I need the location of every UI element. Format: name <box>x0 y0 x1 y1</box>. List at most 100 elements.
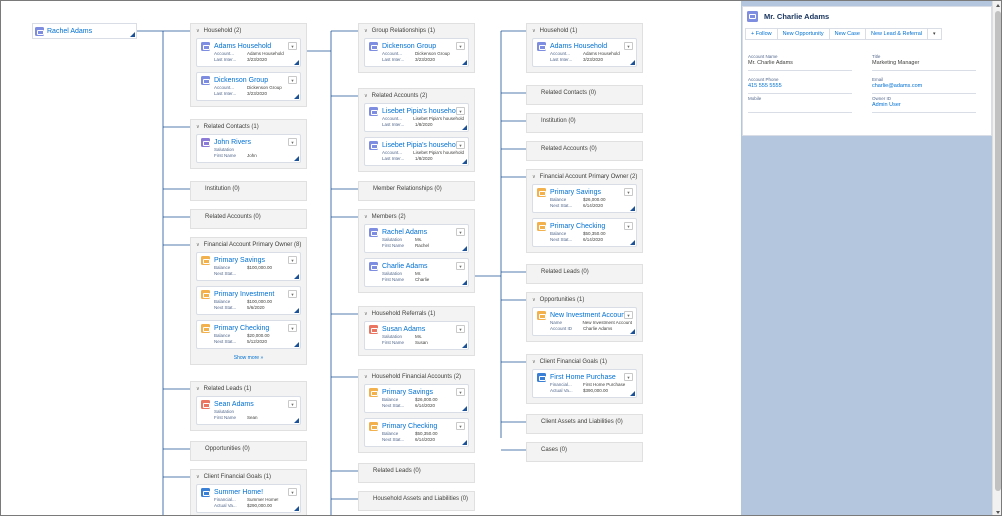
card-menu-button[interactable]: ▼ <box>624 311 633 319</box>
follow-button[interactable]: + Follow <box>745 28 778 40</box>
group-header[interactable]: Household Assets and Liabilities (0) <box>359 492 474 506</box>
group-header[interactable]: Member Relationships (0) <box>359 182 474 196</box>
chevron-down-icon[interactable]: ∨ <box>532 359 536 365</box>
group-header[interactable]: Related Leads (0) <box>359 464 474 478</box>
more-actions-button[interactable]: ▾ <box>927 28 942 40</box>
chevron-down-icon[interactable]: ∨ <box>196 242 200 248</box>
group-header[interactable]: ∨ Financial Account Primary Owner (2) <box>527 170 642 184</box>
card-menu-button[interactable]: ▼ <box>624 188 633 196</box>
chevron-down-icon[interactable]: ∨ <box>196 474 200 480</box>
card-menu-button[interactable]: ▼ <box>288 256 297 264</box>
record-card[interactable]: New Investment Account ▼ Name New Investmen… <box>532 307 637 336</box>
card-menu-button[interactable]: ▼ <box>288 42 297 50</box>
record-name-link[interactable]: Primary Savings <box>214 257 265 264</box>
record-name-link[interactable]: Primary Checking <box>382 423 437 430</box>
chevron-down-icon[interactable]: ∨ <box>364 93 368 99</box>
chevron-down-icon[interactable]: ∨ <box>196 386 200 392</box>
record-card[interactable]: Primary Checking ▼ Balance $50,350.00 Next S… <box>364 418 469 447</box>
owner-link[interactable]: Admin User <box>872 102 976 108</box>
record-card[interactable]: Dickenson Group ▼ Account... Dickenson Grou… <box>196 72 301 101</box>
record-name-link[interactable]: First Home Purchase <box>550 374 616 381</box>
record-card[interactable]: Primary Checking ▼ Balance $20,000.00 Next S… <box>196 320 301 349</box>
scroll-up-icon[interactable] <box>996 4 1000 7</box>
group-header[interactable]: Cases (0) <box>527 443 642 457</box>
root-node-card[interactable]: Rachel Adams <box>32 23 137 39</box>
record-card[interactable]: Rachel Adams ▼ Salutation Ms. First Name Rach… <box>364 224 469 253</box>
record-name-link[interactable]: Adams Household <box>550 43 607 50</box>
chevron-down-icon[interactable]: ∨ <box>196 28 200 34</box>
card-menu-button[interactable]: ▼ <box>288 138 297 146</box>
chevron-down-icon[interactable]: ∨ <box>196 124 200 130</box>
card-menu-button[interactable]: ▼ <box>624 373 633 381</box>
record-name-link[interactable]: John Rivers <box>214 139 251 146</box>
record-name-link[interactable]: New Investment Account <box>550 312 627 319</box>
record-card[interactable]: Lisebet Pipia's household ▼ Account... Lise… <box>364 137 469 166</box>
record-name-link[interactable]: Primary Investment <box>214 291 274 298</box>
record-card[interactable]: Primary Savings ▼ Balance $26,000.00 Next St… <box>364 384 469 413</box>
record-card[interactable]: Summer Home! ▼ Financial... Summer Home! Act… <box>196 484 301 513</box>
group-header[interactable]: Related Contacts (0) <box>527 86 642 100</box>
new-case-button[interactable]: New Case <box>828 28 866 40</box>
record-name-link[interactable]: Primary Savings <box>382 389 433 396</box>
card-menu-button[interactable]: ▼ <box>456 325 465 333</box>
record-card[interactable]: Primary Investment ▼ Balance $100,000.00 Nex… <box>196 286 301 315</box>
group-header[interactable]: ∨ Group Relationships (1) <box>359 24 474 38</box>
record-card[interactable]: Primary Checking ▼ Balance $50,350.00 Next S… <box>532 218 637 247</box>
record-name-link[interactable]: Primary Savings <box>550 189 601 196</box>
card-menu-button[interactable]: ▼ <box>456 422 465 430</box>
chevron-down-icon[interactable]: ∨ <box>364 311 368 317</box>
group-header[interactable]: ∨ Household Referrals (1) <box>359 307 474 321</box>
card-menu-button[interactable]: ▼ <box>288 290 297 298</box>
email-link[interactable]: charlie@adams.com <box>872 83 976 89</box>
record-card[interactable]: Primary Savings ▼ Balance $26,000.00 Next St… <box>532 184 637 213</box>
phone-link[interactable]: 415 555 5555 <box>748 83 852 89</box>
group-header[interactable]: ∨ Related Leads (1) <box>191 382 306 396</box>
relationship-map-canvas[interactable]: Rachel Adams ∨ Household (2) Adams Househo… <box>1 1 741 515</box>
record-card[interactable]: Susan Adams ▼ Salutation Ms. First Name Susan <box>364 321 469 350</box>
chevron-down-icon[interactable]: ∨ <box>532 297 536 303</box>
record-name-link[interactable]: Adams Household <box>214 43 271 50</box>
group-header[interactable]: ∨ Members (2) <box>359 210 474 224</box>
card-menu-button[interactable]: ▼ <box>456 228 465 236</box>
card-menu-button[interactable]: ▼ <box>456 262 465 270</box>
group-header[interactable]: Institution (0) <box>191 182 306 196</box>
vertical-scrollbar[interactable] <box>992 1 1001 515</box>
record-card[interactable]: Sean Adams ▼ Salutation First Name Sean <box>196 396 301 425</box>
group-header[interactable]: Related Leads (0) <box>527 265 642 279</box>
group-header[interactable]: ∨ Opportunities (1) <box>527 293 642 307</box>
group-header[interactable]: Related Accounts (0) <box>191 210 306 224</box>
new-lead-referral-button[interactable]: New Lead & Referral <box>864 28 929 40</box>
card-menu-button[interactable]: ▼ <box>624 222 633 230</box>
record-card[interactable]: Lisebet Pipia's household ▼ Account... Lise… <box>364 103 469 132</box>
root-node-name[interactable]: Rachel Adams <box>47 28 92 35</box>
chevron-down-icon[interactable]: ∨ <box>532 28 536 34</box>
card-menu-button[interactable]: ▼ <box>456 42 465 50</box>
record-name-link[interactable]: Primary Checking <box>550 223 605 230</box>
group-header[interactable]: Client Assets and Liabilities (0) <box>527 415 642 429</box>
group-header[interactable]: ∨ Financial Account Primary Owner (8) <box>191 238 306 252</box>
card-menu-button[interactable]: ▼ <box>288 324 297 332</box>
group-header[interactable]: Opportunities (0) <box>191 442 306 456</box>
record-name-link[interactable]: Summer Home! <box>214 489 263 496</box>
record-card[interactable]: First Home Purchase ▼ Financial... First Ho… <box>532 369 637 398</box>
card-menu-button[interactable]: ▼ <box>456 141 465 149</box>
show-more-link[interactable]: Show more » <box>191 354 306 364</box>
record-card[interactable]: Adams Household ▼ Account... Adams Househol… <box>196 38 301 67</box>
record-name-link[interactable]: Susan Adams <box>382 326 425 333</box>
group-header[interactable]: ∨ Client Financial Goals (1) <box>527 355 642 369</box>
record-name-link[interactable]: Dickenson Group <box>382 43 436 50</box>
chevron-down-icon[interactable]: ∨ <box>364 374 368 380</box>
group-header[interactable]: ∨ Household (2) <box>191 24 306 38</box>
group-header[interactable]: ∨ Client Financial Goals (1) <box>191 470 306 484</box>
record-name-link[interactable]: Rachel Adams <box>382 229 427 236</box>
record-card[interactable]: Adams Household ▼ Account... Adams Househol… <box>532 38 637 67</box>
chevron-down-icon[interactable]: ∨ <box>364 214 368 220</box>
group-header[interactable]: ∨ Related Accounts (2) <box>359 89 474 103</box>
chevron-down-icon[interactable]: ∨ <box>364 28 368 34</box>
record-name-link[interactable]: Charlie Adams <box>382 263 428 270</box>
card-menu-button[interactable]: ▼ <box>456 107 465 115</box>
record-name-link[interactable]: Primary Checking <box>214 325 269 332</box>
record-name-link[interactable]: Lisebet Pipia's household <box>382 142 461 149</box>
card-menu-button[interactable]: ▼ <box>288 76 297 84</box>
card-menu-button[interactable]: ▼ <box>456 388 465 396</box>
